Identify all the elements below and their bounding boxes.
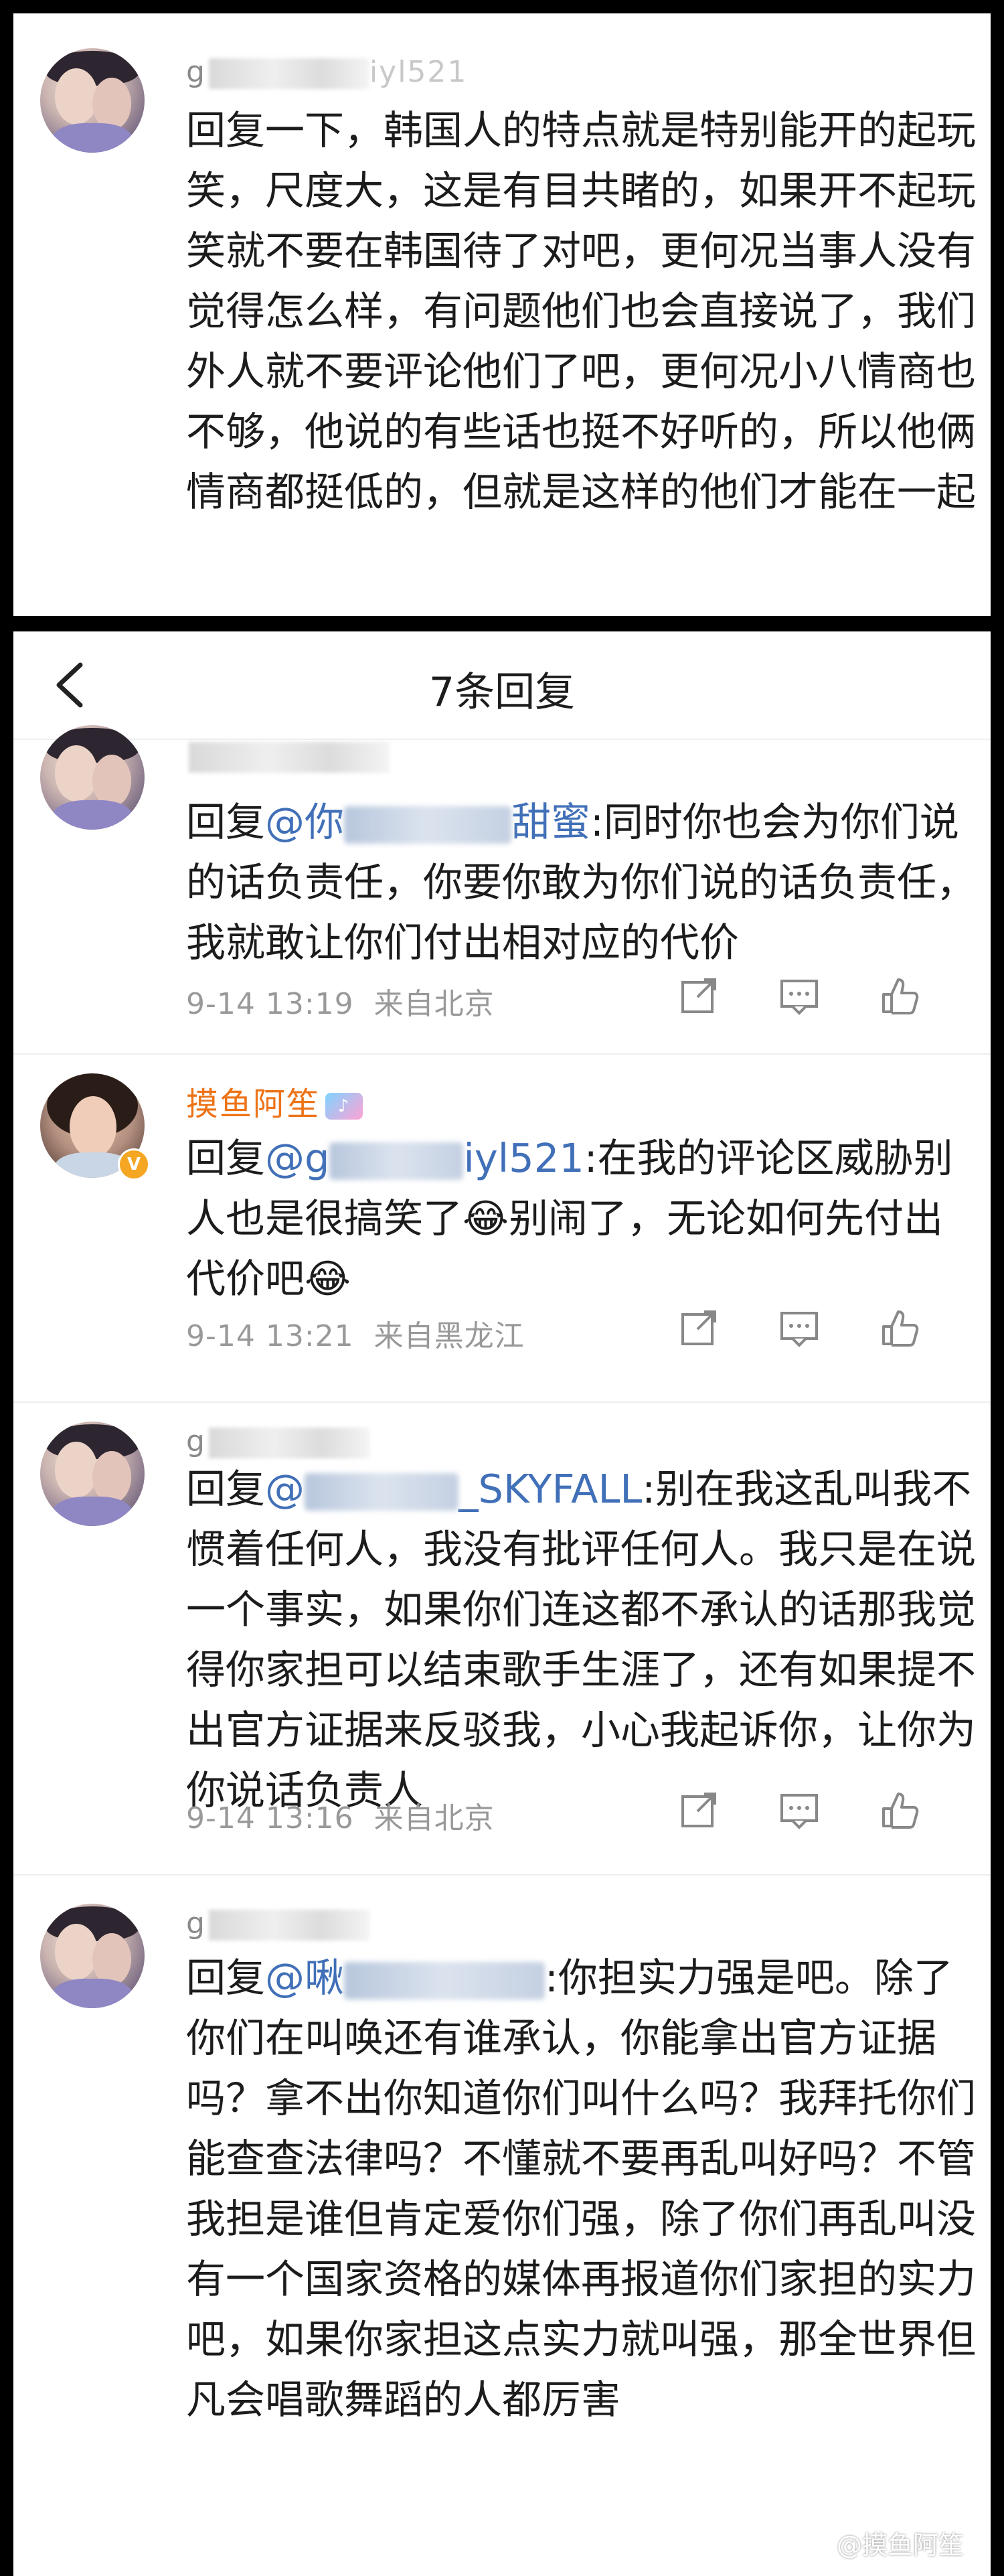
reply-mention[interactable]: @ _SKYFALL <box>265 1466 642 1512</box>
share-icon[interactable] <box>677 1789 720 1831</box>
mention-tail: 甜蜜 <box>511 799 591 845</box>
member-badge-icon: ♪ <box>325 1093 363 1120</box>
share-icon[interactable] <box>677 1306 720 1349</box>
reply-item: V 摸鱼阿笙 ♪ 回复@g iyl521:在我的评论区威胁别人也是很搞笑了😂别闹了，… <box>13 1073 991 1368</box>
reply-username[interactable]: 摸鱼阿笙 ♪ <box>186 1077 363 1124</box>
mention-visible: @g <box>265 1135 330 1181</box>
watermark: @摸鱼阿笙 <box>836 2530 964 2560</box>
username-visible-part: g <box>186 1424 206 1458</box>
reply-actions <box>677 1789 958 1835</box>
reply-text: 回复@你 甜蜜:同时你也会为你们说的话负责任，你要你敢为你们说的话负责任，我就敢让… <box>186 792 976 973</box>
reply-prefix: 回复 <box>186 1466 266 1512</box>
reply-text: 回复@g iyl521:在我的评论区威胁别人也是很搞笑了😂别闹了，无论如何先付出代… <box>186 1128 976 1309</box>
username-visible-part: g <box>186 55 206 89</box>
divider <box>13 1401 991 1403</box>
mention-blur <box>344 1961 546 1999</box>
avatar[interactable] <box>40 725 145 830</box>
reply-time: 9-14 13:16 <box>186 1801 354 1835</box>
mention-blur <box>329 1142 464 1180</box>
page-title: 7条回复 <box>428 669 576 716</box>
username-blur <box>208 1428 369 1458</box>
mention-tail: _SKYFALL <box>458 1466 643 1512</box>
username-text: 摸鱼阿笙 <box>186 1085 321 1123</box>
mention-visible: @ <box>265 1466 305 1512</box>
reply-item: g 回复@啾:你担实力强是吧。除了你们在叫唤还有谁承认，你能拿出官方证据吗？拿不… <box>13 1897 991 2567</box>
reply-actions <box>677 1306 958 1353</box>
like-icon[interactable] <box>878 1306 921 1349</box>
reply-username[interactable] <box>186 739 390 773</box>
share-icon[interactable] <box>677 974 720 1017</box>
reply-location: 来自北京 <box>373 987 495 1021</box>
username-suffix: iyl521 <box>369 55 468 89</box>
verified-badge: V <box>118 1148 150 1181</box>
username-blur <box>208 58 369 89</box>
reply-meta: 9-14 13:19 来自北京 <box>186 980 495 1022</box>
avatar[interactable] <box>40 1422 145 1526</box>
comment-username[interactable]: g iyl521 <box>186 55 467 89</box>
avatar[interactable] <box>40 1904 145 2008</box>
reply-location: 来自黑龙江 <box>373 1319 525 1353</box>
mention-blur <box>305 1472 459 1511</box>
reply-prefix: 回复 <box>186 799 266 845</box>
divider <box>13 1053 991 1055</box>
comment-icon[interactable] <box>778 1306 821 1349</box>
reply-item: 回复@你 甜蜜:同时你也会为你们说的话负责任，你要你敢为你们说的话负责任，我就敢让… <box>13 725 991 1033</box>
mention-tail: iyl521 <box>463 1135 584 1181</box>
username-blur <box>189 742 390 773</box>
reply-body: :别在我这乱叫我不惯着任何人，我没有批评任何人。我只是在说一个事实，如果你们连这… <box>186 1466 977 1813</box>
mention-visible: @啾 <box>265 1955 345 2001</box>
comment-icon[interactable] <box>778 1789 821 1831</box>
top-comment: g iyl521 回复一下，韩国人的特点就是特别能开的起玩笑，尺度大，这是有目共睹… <box>13 13 991 616</box>
reply-mention[interactable]: @你 甜蜜 <box>265 799 590 845</box>
like-icon[interactable] <box>878 974 921 1017</box>
reply-text: 回复@啾:你担实力强是吧。除了你们在叫唤还有谁承认，你能拿出官方证据吗？拿不出你… <box>186 1948 976 2430</box>
reply-prefix: 回复 <box>186 1135 266 1181</box>
reply-location: 来自北京 <box>373 1801 495 1835</box>
reply-meta: 9-14 13:16 来自北京 <box>186 1794 495 1837</box>
username-blur <box>208 1910 369 1941</box>
username-visible-part: g <box>186 1906 206 1941</box>
mention-visible: @你 <box>265 799 345 845</box>
mention-blur <box>344 806 512 844</box>
reply-username[interactable]: g <box>186 1906 369 1941</box>
reply-username[interactable]: g <box>186 1424 369 1458</box>
reply-time: 9-14 13:21 <box>186 1319 354 1353</box>
reply-prefix: 回复 <box>186 1955 266 2001</box>
reply-mention[interactable]: @啾 <box>265 1955 546 2001</box>
reply-actions <box>677 974 958 1021</box>
comment-text: 回复一下，韩国人的特点就是特别能开的起玩笑，尺度大，这是有目共睹的，如果开不起玩… <box>186 107 977 515</box>
divider <box>13 1874 991 1876</box>
reply-mention[interactable]: @g iyl521 <box>265 1135 584 1181</box>
reply-time: 9-14 13:19 <box>186 987 354 1021</box>
top-comment-panel: g iyl521 回复一下，韩国人的特点就是特别能开的起玩笑，尺度大，这是有目共睹… <box>13 13 991 616</box>
reply-body: :你担实力强是吧。除了你们在叫唤还有谁承认，你能拿出官方证据吗？拿不出你知道你们… <box>186 1955 977 2423</box>
reply-text: 回复@ _SKYFALL:别在我这乱叫我不惯着任何人，我没有批评任何人。我只是在说… <box>186 1459 976 1821</box>
reply-meta: 9-14 13:21 来自黑龙江 <box>186 1312 525 1355</box>
reply-item: g 回复@ _SKYFALL:别在我这乱叫我不惯着任何人，我没有批评任何人。我只是… <box>13 1422 991 1837</box>
like-icon[interactable] <box>878 1789 921 1831</box>
comment-icon[interactable] <box>778 974 821 1017</box>
avatar[interactable] <box>40 48 145 153</box>
reply-list-panel: 7条回复 回复@你 甜蜜:同时你也会为你们说的话负责任，你要你敢为你们说的话负责任… <box>13 631 991 2576</box>
